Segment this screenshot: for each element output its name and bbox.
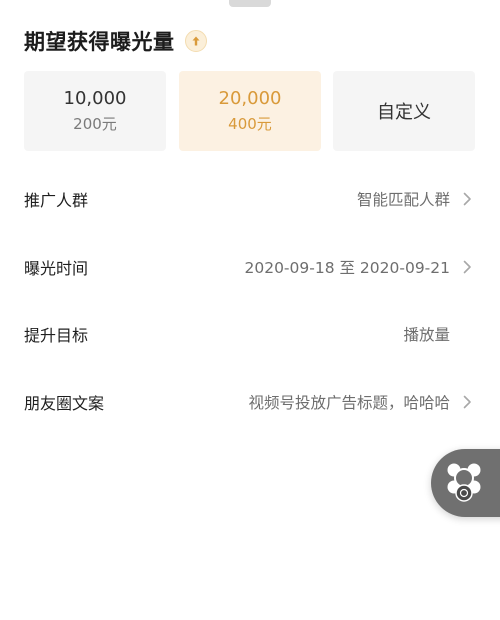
chevron-right-icon	[463, 395, 471, 409]
option-10000[interactable]: 10,000 200元	[24, 71, 166, 151]
arrow-up-glyph	[192, 36, 199, 46]
exposure-settings-panel: 期望获得曝光量 10,000 200元 20,000 400元 自定义 推广人群…	[0, 0, 500, 620]
page-title: 期望获得曝光量	[24, 30, 175, 54]
title-row: 期望获得曝光量	[24, 26, 207, 56]
floating-window-button[interactable]	[431, 449, 500, 517]
setting-row-goal: 提升目标 播放量	[24, 314, 476, 354]
exposure-options: 10,000 200元 20,000 400元 自定义	[24, 71, 476, 151]
chevron-right-icon	[463, 192, 471, 206]
option-amount: 20,000	[218, 88, 282, 109]
arrow-up-circle-icon	[184, 30, 207, 52]
option-20000[interactable]: 20,000 400元	[179, 71, 321, 151]
drag-handle[interactable]	[229, 0, 271, 7]
setting-row-time[interactable]: 曝光时间 2020-09-18 至 2020-09-21	[24, 247, 476, 287]
setting-value: 智能匹配人群	[356, 191, 450, 209]
setting-label: 提升目标	[24, 326, 89, 345]
chevron-right-icon	[463, 260, 471, 274]
option-custom[interactable]: 自定义	[333, 71, 475, 151]
floating-window-icon	[447, 463, 481, 502]
option-amount: 10,000	[63, 88, 127, 109]
setting-row-audience[interactable]: 推广人群 智能匹配人群	[24, 179, 476, 219]
setting-label: 曝光时间	[24, 259, 89, 278]
setting-value: 播放量	[403, 326, 450, 344]
setting-label: 推广人群	[24, 191, 89, 210]
setting-row-moments-copy[interactable]: 朋友圈文案 视频号投放广告标题，哈哈哈	[24, 382, 476, 422]
option-custom-label: 自定义	[377, 102, 431, 123]
setting-value: 2020-09-18 至 2020-09-21	[244, 259, 450, 277]
option-price: 200元	[73, 115, 117, 133]
setting-value: 视频号投放广告标题，哈哈哈	[248, 394, 450, 412]
option-price: 400元	[228, 115, 272, 133]
setting-label: 朋友圈文案	[24, 394, 105, 413]
